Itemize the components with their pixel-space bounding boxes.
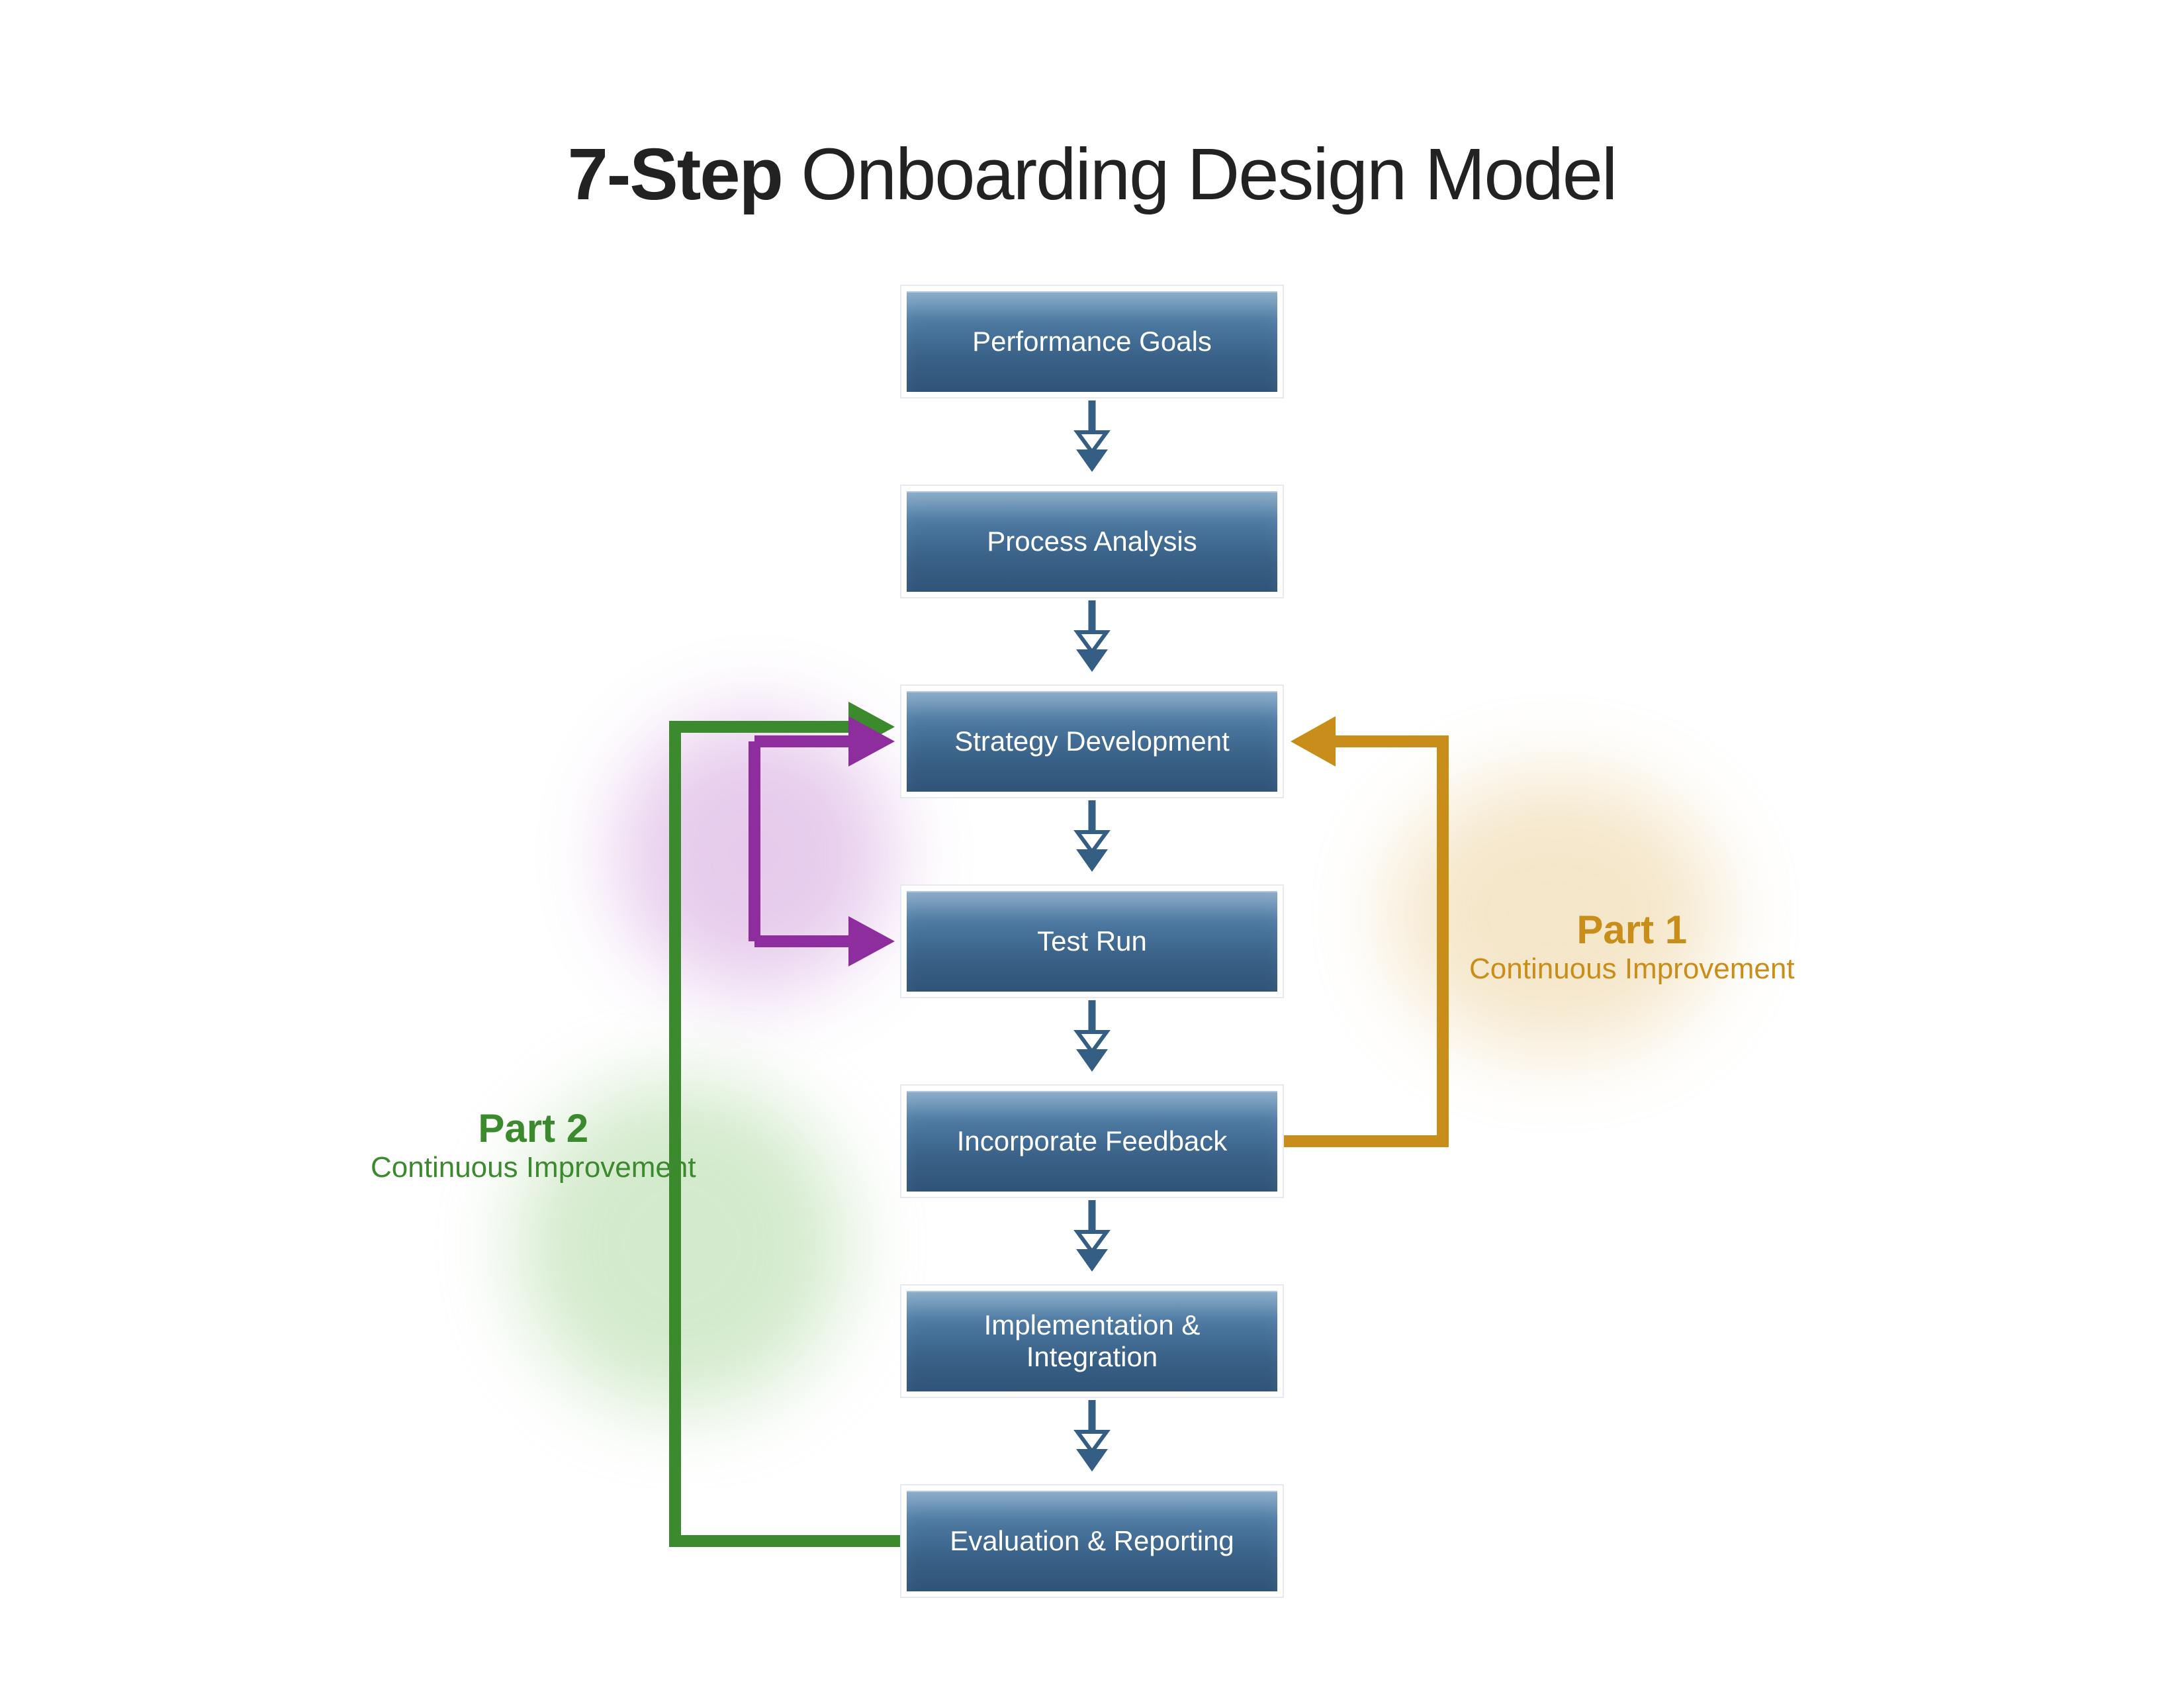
step-implementation-integration: Implementation & Integration	[900, 1284, 1284, 1398]
step-label: Strategy Development	[907, 691, 1277, 792]
down-arrow-icon	[1072, 800, 1112, 873]
loop-part2-subtitle: Continuous Improvement	[371, 1151, 696, 1185]
down-arrow-icon	[1072, 1200, 1112, 1273]
loop-part1-subtitle: Continuous Improvement	[1469, 953, 1795, 986]
step-test-run: Test Run	[900, 884, 1284, 998]
down-arrow-icon	[1072, 1400, 1112, 1473]
loop-part2-label: Part 2 Continuous Improvement	[371, 1105, 696, 1185]
step-evaluation-reporting: Evaluation & Reporting	[900, 1484, 1284, 1598]
loop-purple	[715, 708, 907, 986]
flow-diagram: Performance Goals Process Analysis Strat…	[0, 285, 2184, 1642]
down-arrow-icon	[1072, 1000, 1112, 1073]
title-rest: Onboarding Design Model	[782, 134, 1617, 215]
step-performance-goals: Performance Goals	[900, 285, 1284, 399]
step-process-analysis: Process Analysis	[900, 485, 1284, 598]
step-label: Implementation & Integration	[907, 1291, 1277, 1391]
step-label: Incorporate Feedback	[907, 1091, 1277, 1192]
loop-part1-title: Part 1	[1469, 907, 1795, 953]
loop-part1	[1284, 682, 1496, 1185]
title-bold: 7-Step	[568, 134, 782, 215]
loop-part1-label: Part 1 Continuous Improvement	[1469, 907, 1795, 986]
loop-part2-title: Part 2	[371, 1105, 696, 1151]
step-label: Evaluation & Reporting	[907, 1491, 1277, 1591]
step-incorporate-feedback: Incorporate Feedback	[900, 1084, 1284, 1198]
down-arrow-icon	[1072, 600, 1112, 673]
step-label: Performance Goals	[907, 291, 1277, 392]
down-arrow-icon	[1072, 400, 1112, 473]
step-label: Process Analysis	[907, 491, 1277, 592]
step-strategy-development: Strategy Development	[900, 684, 1284, 798]
step-label: Test Run	[907, 891, 1277, 992]
diagram-title: 7-Step Onboarding Design Model	[0, 132, 2184, 216]
